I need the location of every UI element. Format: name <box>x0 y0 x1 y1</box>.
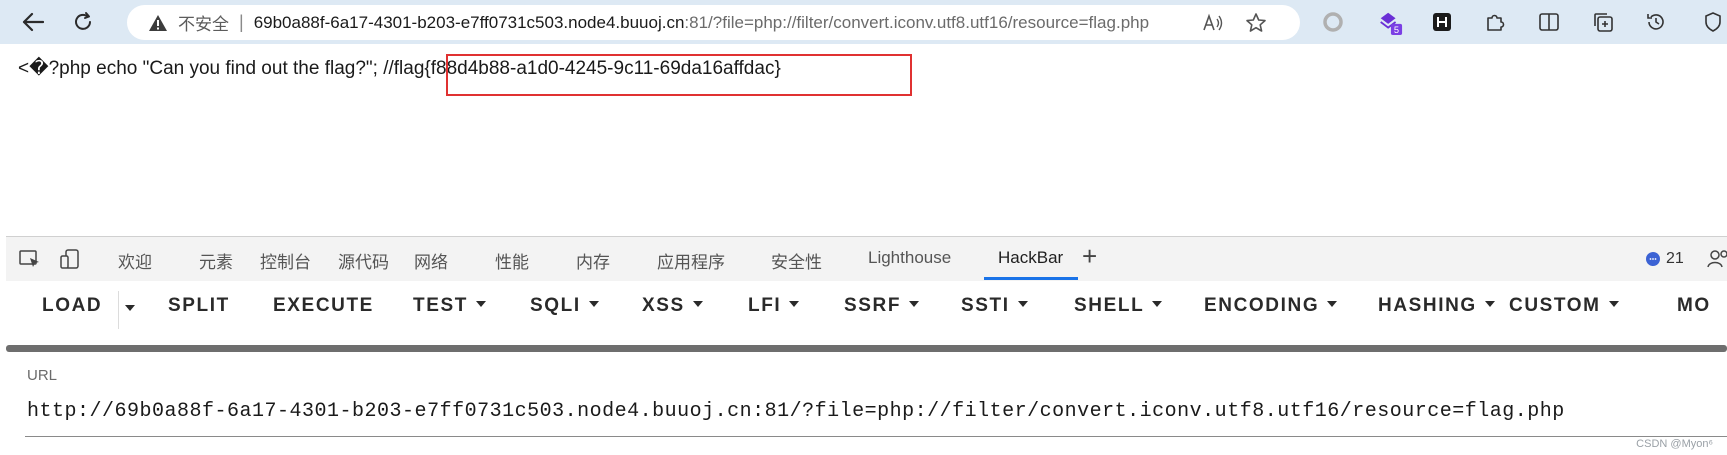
chevron-down-icon <box>1608 300 1619 307</box>
security-label[interactable]: 不安全 <box>178 10 229 35</box>
url-field[interactable]: http://69b0a88f-6a17-4301-b203-e7ff0731c… <box>27 400 1565 423</box>
menu-label: SPLIT <box>168 295 230 316</box>
menu-label: LOAD <box>42 295 103 316</box>
menu-label: LFI <box>748 295 782 316</box>
tab-security[interactable]: 安全性 <box>771 248 822 273</box>
refresh-icon <box>75 12 91 30</box>
hackbar-menu: LOAD SPLIT EXECUTE TEST SQLI XSS LFI SSR… <box>6 281 1727 339</box>
menu-label: ENCODING <box>1204 295 1320 316</box>
url-field-underline <box>25 436 1727 437</box>
menu-label: SSTI <box>961 295 1010 316</box>
tab-welcome[interactable]: 欢迎 <box>118 248 152 273</box>
hackbar-load-button[interactable]: LOAD <box>42 295 102 317</box>
read-aloud-icon[interactable] <box>1202 13 1224 33</box>
extension-badge: 5 <box>1394 25 1399 35</box>
page-content: <�?php echo "Can you find out the flag?"… <box>0 44 1727 236</box>
hackbar-split-button[interactable]: SPLIT <box>168 295 230 317</box>
refresh-button[interactable] <box>66 6 100 38</box>
chevron-down-icon <box>692 300 703 307</box>
browser-toolbar: 不安全 | 69b0a88f-6a17-4301-b203-e7ff0731c5… <box>0 0 1727 44</box>
customize-icon[interactable] <box>1706 247 1727 271</box>
circle-extension-icon[interactable] <box>1320 9 1346 35</box>
hackbar-ssrf-menu[interactable]: SSRF <box>844 295 920 317</box>
active-tab-indicator <box>984 277 1078 280</box>
inspect-element-icon[interactable] <box>18 247 42 271</box>
browser-essentials-icon[interactable] <box>1700 9 1726 35</box>
hackbar-hashing-menu[interactable]: HASHING <box>1378 295 1495 317</box>
warning-icon[interactable] <box>148 13 168 33</box>
stack-extension-icon[interactable]: 5 <box>1377 9 1403 35</box>
tab-hackbar[interactable]: HackBar <box>998 248 1063 268</box>
menu-label: SQLI <box>530 295 581 316</box>
menu-label: MO <box>1677 295 1711 316</box>
menu-label: HASHING <box>1378 295 1477 316</box>
back-arrow-icon <box>22 12 44 32</box>
chevron-down-icon <box>475 300 486 307</box>
tab-sources[interactable]: 源代码 <box>338 248 389 273</box>
php-source-text: <�?php echo "Can you find out the flag?"… <box>18 58 394 79</box>
flag-highlight-box <box>446 54 912 96</box>
chevron-down-icon <box>1017 300 1028 307</box>
h-extension-icon[interactable] <box>1429 9 1455 35</box>
chevron-down-icon <box>909 300 920 307</box>
watermark: CSDN @Myon⁶ <box>1636 438 1713 450</box>
tab-network[interactable]: 网络 <box>414 248 448 273</box>
device-emulation-icon[interactable] <box>58 247 82 271</box>
menu-divider <box>118 291 119 329</box>
hackbar-execute-button[interactable]: EXECUTE <box>273 295 374 317</box>
tab-console[interactable]: 控制台 <box>260 248 311 273</box>
menu-label: XSS <box>642 295 685 316</box>
collections-icon[interactable] <box>1590 9 1616 35</box>
chevron-down-icon <box>1327 300 1338 307</box>
hackbar-more-menu[interactable]: MO <box>1677 295 1711 317</box>
chevron-down-icon <box>1152 300 1163 307</box>
menu-label: TEST <box>413 295 468 316</box>
puzzle-extensions-icon[interactable] <box>1482 9 1508 35</box>
tab-application[interactable]: 应用程序 <box>657 248 725 273</box>
devtools-tab-bar: 欢迎 元素 控制台 源代码 网络 性能 内存 应用程序 安全性 Lighthou… <box>6 237 1727 282</box>
devtools-panel: 欢迎 元素 控制台 源代码 网络 性能 内存 应用程序 安全性 Lighthou… <box>6 236 1727 455</box>
address-bar[interactable]: 不安全 | 69b0a88f-6a17-4301-b203-e7ff0731c5… <box>127 5 1300 40</box>
hackbar-test-menu[interactable]: TEST <box>413 295 486 317</box>
url-host: 69b0a88f-6a17-4301-b203-e7ff0731c503.nod… <box>253 12 685 32</box>
split-screen-icon[interactable] <box>1536 9 1562 35</box>
horizontal-scrollbar[interactable] <box>6 345 1727 352</box>
menu-label: SHELL <box>1074 295 1145 316</box>
hackbar-sqli-menu[interactable]: SQLI <box>530 295 599 317</box>
back-button[interactable] <box>16 6 50 38</box>
hackbar-encoding-menu[interactable]: ENCODING <box>1204 295 1338 317</box>
url-field-label: URL <box>27 367 58 384</box>
favorite-star-icon[interactable] <box>1245 12 1267 34</box>
menu-label: EXECUTE <box>273 295 374 316</box>
menu-label: CUSTOM <box>1509 295 1601 316</box>
url-path: :81/?file=php://filter/convert.iconv.utf… <box>684 12 1150 32</box>
add-tab-button[interactable]: + <box>1082 241 1097 272</box>
chevron-down-icon <box>1484 300 1495 307</box>
tab-lighthouse[interactable]: Lighthouse <box>868 248 951 268</box>
tab-performance[interactable]: 性能 <box>495 248 529 273</box>
load-dropdown-caret-icon[interactable] <box>125 305 135 311</box>
history-icon[interactable] <box>1643 9 1669 35</box>
chevron-down-icon <box>789 300 800 307</box>
tab-memory[interactable]: 内存 <box>576 248 610 273</box>
chevron-down-icon <box>588 300 599 307</box>
hackbar-lfi-menu[interactable]: LFI <box>748 295 800 317</box>
menu-label: SSRF <box>844 295 902 316</box>
issues-count: 21 <box>1666 250 1684 267</box>
hackbar-xss-menu[interactable]: XSS <box>642 295 703 317</box>
hackbar-custom-menu[interactable]: CUSTOM <box>1509 295 1619 317</box>
hackbar-shell-menu[interactable]: SHELL <box>1074 295 1163 317</box>
address-separator: | <box>239 12 244 32</box>
hackbar-ssti-menu[interactable]: SSTI <box>961 295 1028 317</box>
tab-elements[interactable]: 元素 <box>199 248 233 273</box>
chat-bubble-icon <box>1646 252 1660 266</box>
issues-counter[interactable]: 21 <box>1646 250 1684 268</box>
